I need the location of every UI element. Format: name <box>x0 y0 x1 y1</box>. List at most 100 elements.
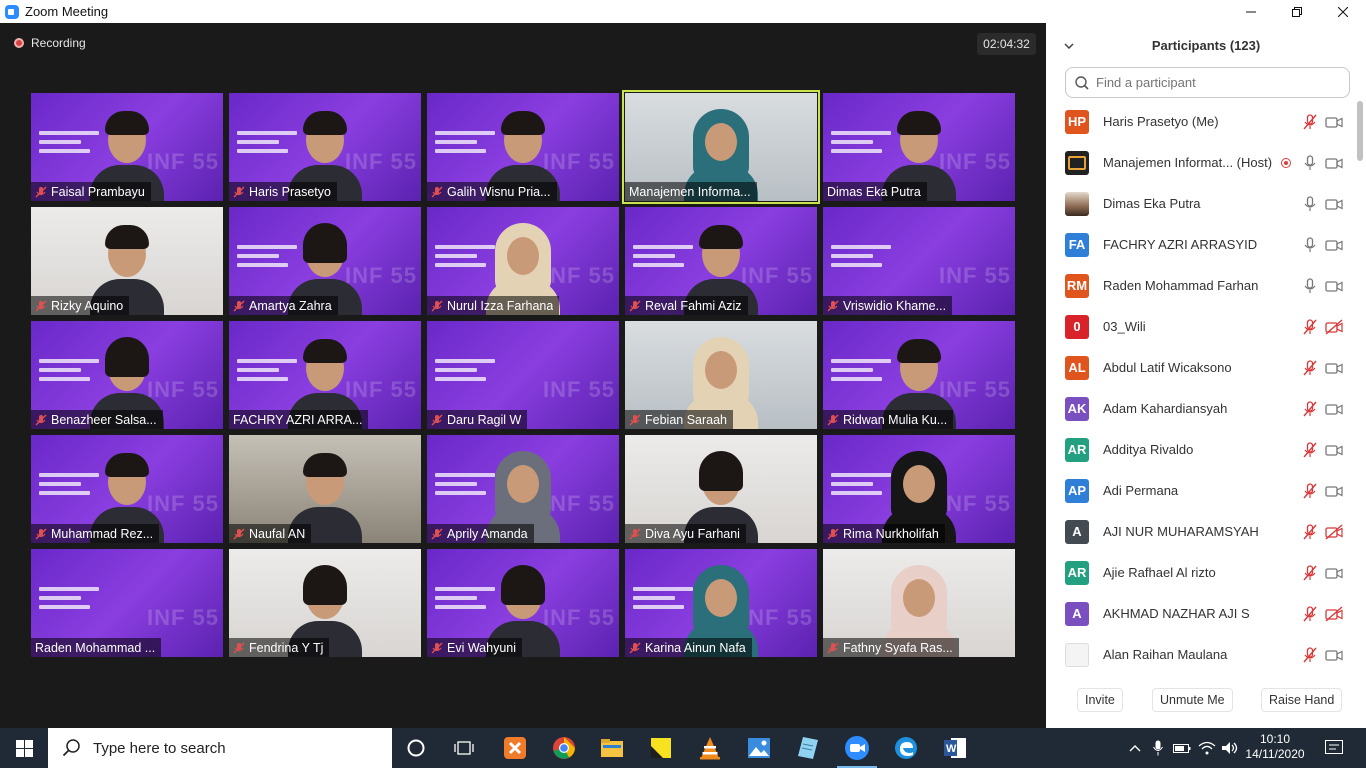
participant-list-name: AJI NUR MUHARAMSYAH <box>1103 524 1259 539</box>
invite-button[interactable]: Invite <box>1077 688 1123 712</box>
recording-status-icon <box>1281 157 1291 168</box>
participant-row[interactable]: A AJI NUR MUHARAMSYAH <box>1046 511 1356 552</box>
video-tile[interactable]: INF 55 Raden Mohammad ... <box>31 549 223 657</box>
video-tile[interactable]: INF 55 Faisal Prambayu <box>31 93 223 201</box>
participant-name: Ridwan Mulia Ku... <box>843 412 948 427</box>
muted-mic-icon <box>233 300 245 312</box>
participant-name: Galih Wisnu Pria... <box>447 184 551 199</box>
video-camera-icon <box>1325 565 1343 581</box>
sticky-notes-icon[interactable] <box>637 728 685 768</box>
cortana-icon[interactable] <box>392 728 440 768</box>
recording-indicator[interactable]: Recording <box>14 36 86 50</box>
participant-row[interactable]: 0 03_Wili <box>1046 306 1356 347</box>
participant-row[interactable]: RM Raden Mohammad Farhan <box>1046 265 1356 306</box>
participant-name: Fathny Syafa Ras... <box>843 640 953 655</box>
video-tile[interactable]: Fathny Syafa Ras... <box>823 549 1015 657</box>
vlc-icon[interactable] <box>686 728 734 768</box>
video-tile[interactable]: INF 55 Galih Wisnu Pria... <box>427 93 619 201</box>
start-button[interactable] <box>0 728 48 768</box>
taskbar-search-box[interactable]: Type here to search <box>48 728 392 768</box>
video-tile[interactable]: INF 55 FACHRY AZRI ARRA... <box>229 321 421 429</box>
participant-row[interactable]: AR Ajie Rafhael Al rizto <box>1046 552 1356 593</box>
avatar <box>1065 642 1089 667</box>
video-tile[interactable]: Febian Saraah <box>625 321 817 429</box>
participants-footer: Invite Unmute Me Raise Hand <box>1046 688 1366 712</box>
video-camera-icon <box>1325 278 1343 294</box>
video-tile[interactable]: Manajemen Informa... <box>622 90 820 204</box>
participant-name-label: Galih Wisnu Pria... <box>427 182 557 201</box>
participant-name: Reval Fahmi Aziz <box>645 298 742 313</box>
participant-row[interactable]: AL Abdul Latif Wicaksono <box>1046 347 1356 388</box>
participant-name-label: Fendrina Y Tj <box>229 638 330 657</box>
video-tile[interactable]: Naufal AN <box>229 435 421 543</box>
close-button[interactable] <box>1320 0 1366 23</box>
minimize-button[interactable] <box>1228 0 1274 23</box>
video-tile[interactable]: Diva Ayu Farhani <box>625 435 817 543</box>
battery-icon[interactable] <box>1171 728 1193 768</box>
volume-icon[interactable] <box>1219 728 1241 768</box>
raise-hand-button[interactable]: Raise Hand <box>1261 688 1343 712</box>
video-tile[interactable]: INF 55 Daru Ragil W <box>427 321 619 429</box>
participant-row[interactable]: Dimas Eka Putra <box>1046 183 1356 224</box>
participant-row[interactable]: Manajemen Informat... (Host) <box>1046 142 1356 183</box>
show-hidden-icons-button[interactable] <box>1124 728 1146 768</box>
video-tile[interactable]: INF 55 Reval Fahmi Aziz <box>625 207 817 315</box>
video-tile[interactable]: INF 55 Amartya Zahra <box>229 207 421 315</box>
participant-row[interactable]: FA FACHRY AZRI ARRASYID <box>1046 224 1356 265</box>
mic-icon <box>1302 154 1318 171</box>
xampp-icon[interactable] <box>491 728 539 768</box>
muted-mic-icon <box>233 528 245 540</box>
participant-name-label: Febian Saraah <box>625 410 734 429</box>
participant-row[interactable]: AK Adam Kahardiansyah <box>1046 388 1356 429</box>
participant-list-scrollbar[interactable] <box>1356 101 1364 675</box>
zoom-icon[interactable] <box>833 728 881 768</box>
video-tile[interactable]: INF 55 Evi Wahyuni <box>427 549 619 657</box>
participant-row[interactable]: HP Haris Prasetyo (Me) <box>1046 101 1356 142</box>
participant-search-input[interactable] <box>1096 75 1336 90</box>
video-tile[interactable]: INF 55 Aprily Amanda <box>427 435 619 543</box>
participant-name: Fendrina Y Tj <box>249 640 324 655</box>
photos-icon[interactable] <box>735 728 783 768</box>
video-tile[interactable]: Fendrina Y Tj <box>229 549 421 657</box>
avatar <box>1065 150 1089 175</box>
participant-name-label: Fathny Syafa Ras... <box>823 638 959 657</box>
wifi-icon[interactable] <box>1196 728 1218 768</box>
window-title: Zoom Meeting <box>25 4 109 19</box>
participant-row[interactable]: AP Adi Permana <box>1046 470 1356 511</box>
avatar: AL <box>1065 355 1089 380</box>
notification-center-button[interactable] <box>1322 728 1346 768</box>
task-view-icon[interactable] <box>440 728 488 768</box>
video-tile[interactable]: INF 55 Rima Nurkholifah <box>823 435 1015 543</box>
video-tile[interactable]: Rizky Aquino <box>31 207 223 315</box>
muted-mic-icon <box>827 414 839 426</box>
notepad-icon[interactable] <box>784 728 832 768</box>
video-tile[interactable]: INF 55 Karina Ainun Nafa <box>625 549 817 657</box>
participant-search-field[interactable] <box>1065 67 1350 98</box>
participant-name: Faisal Prambayu <box>51 184 145 199</box>
video-tile[interactable]: INF 55 Vriswidio Khame... <box>823 207 1015 315</box>
muted-mic-icon <box>35 186 47 198</box>
video-tile[interactable]: INF 55 Benazheer Salsa... <box>31 321 223 429</box>
word-icon[interactable]: W <box>931 728 979 768</box>
video-tile[interactable]: INF 55 Ridwan Mulia Ku... <box>823 321 1015 429</box>
participant-row[interactable]: A AKHMAD NAZHAR AJI S <box>1046 593 1356 634</box>
chevron-down-icon <box>1064 43 1074 50</box>
unmute-me-button[interactable]: Unmute Me <box>1152 688 1233 712</box>
file-explorer-icon[interactable] <box>588 728 636 768</box>
video-tile[interactable]: INF 55 Dimas Eka Putra <box>823 93 1015 201</box>
participant-name-label: Ridwan Mulia Ku... <box>823 410 954 429</box>
edge-icon[interactable] <box>882 728 930 768</box>
video-tile[interactable]: INF 55 Nurul Izza Farhana <box>427 207 619 315</box>
taskbar-search-placeholder: Type here to search <box>93 739 226 757</box>
taskbar-clock[interactable]: 10:10 14/11/2020 <box>1240 732 1310 762</box>
collapse-panel-button[interactable] <box>1064 40 1074 52</box>
participant-row[interactable]: Alan Raihan Maulana <box>1046 634 1356 675</box>
restore-button[interactable] <box>1274 0 1320 23</box>
chrome-icon[interactable] <box>540 728 588 768</box>
participant-name: Raden Mohammad ... <box>35 640 156 655</box>
video-tile[interactable]: INF 55 Muhammad Rez... <box>31 435 223 543</box>
microphone-tray-icon[interactable] <box>1148 728 1168 768</box>
scrollbar-thumb[interactable] <box>1357 101 1363 161</box>
video-tile[interactable]: INF 55 Haris Prasetyo <box>229 93 421 201</box>
participant-row[interactable]: AR Additya Rivaldo <box>1046 429 1356 470</box>
